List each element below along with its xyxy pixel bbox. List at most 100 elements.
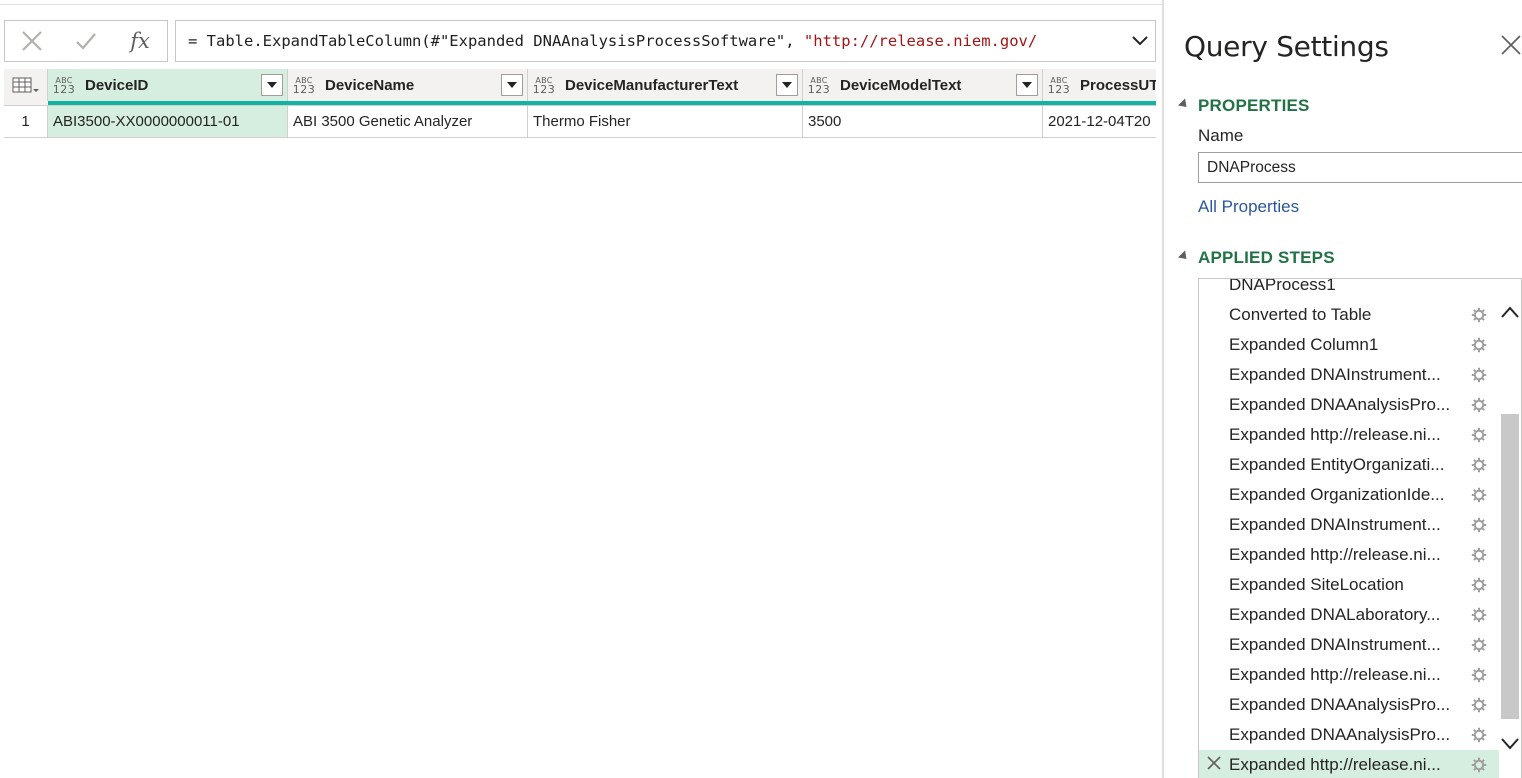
column-filter-button[interactable] bbox=[776, 74, 798, 96]
applied-step-label: DNAProcess1 bbox=[1229, 278, 1336, 294]
gear-icon[interactable] bbox=[1464, 457, 1494, 473]
applied-step-item[interactable]: Expanded DNAAnalysisPro... bbox=[1199, 720, 1499, 750]
column-name: ProcessUT bbox=[1080, 76, 1156, 94]
applied-step-item[interactable]: Expanded http://release.ni... bbox=[1199, 420, 1499, 450]
formula-input[interactable]: = Table.ExpandTableColumn(#"Expanded DNA… bbox=[175, 20, 1156, 62]
close-pane-button[interactable] bbox=[1500, 34, 1522, 64]
applied-step-item[interactable]: Expanded Column1 bbox=[1199, 330, 1499, 360]
column-header-devicemanufacturertext[interactable]: ABC 123 DeviceManufacturerText bbox=[528, 69, 803, 101]
name-label: Name bbox=[1198, 126, 1244, 145]
checkmark-icon bbox=[76, 33, 96, 50]
column-header-processutc[interactable]: ABC 123 ProcessUT bbox=[1043, 69, 1156, 101]
gear-icon[interactable] bbox=[1464, 367, 1494, 383]
table-cell[interactable]: Thermo Fisher bbox=[528, 106, 803, 137]
collapse-triangle-icon[interactable] bbox=[1177, 250, 1191, 263]
gear-icon[interactable] bbox=[1464, 607, 1494, 623]
collapse-triangle-icon[interactable] bbox=[1177, 98, 1191, 111]
gear-icon[interactable] bbox=[1464, 757, 1494, 773]
applied-step-item[interactable]: DNAProcess1 bbox=[1199, 278, 1499, 300]
table-icon bbox=[12, 77, 39, 93]
column-header-row: ABC 123 DeviceID ABC 123 DeviceName ABC 123… bbox=[4, 69, 1156, 106]
applied-step-item[interactable]: Expanded DNAInstrument... bbox=[1199, 630, 1499, 660]
close-icon bbox=[22, 31, 42, 51]
column-header-devicemodeltext[interactable]: ABC 123 DeviceModelText bbox=[803, 69, 1043, 101]
expand-formula-button[interactable] bbox=[1123, 21, 1155, 61]
applied-step-item[interactable]: Expanded DNALaboratory... bbox=[1199, 600, 1499, 630]
column-header-deviceid[interactable]: ABC 123 DeviceID bbox=[48, 69, 288, 101]
fx-icon: fx bbox=[130, 29, 150, 53]
column-quality-bar bbox=[288, 101, 528, 105]
applied-step-item[interactable]: Expanded http://release.ni... bbox=[1199, 750, 1499, 778]
applied-step-item[interactable]: Expanded SiteLocation bbox=[1199, 570, 1499, 600]
gear-icon[interactable] bbox=[1464, 337, 1494, 353]
applied-step-item[interactable]: Expanded OrganizationIde... bbox=[1199, 480, 1499, 510]
type-any-icon[interactable]: ABC 123 bbox=[533, 76, 555, 95]
type-any-icon[interactable]: ABC 123 bbox=[1048, 76, 1070, 95]
applied-step-item[interactable]: Expanded DNAAnalysisPro... bbox=[1199, 690, 1499, 720]
table-cell[interactable]: ABI3500-XX0000000011-01 bbox=[48, 106, 288, 137]
delete-step-icon[interactable] bbox=[1199, 755, 1229, 775]
gear-icon[interactable] bbox=[1464, 427, 1494, 443]
gear-icon[interactable] bbox=[1464, 547, 1494, 563]
column-filter-button[interactable] bbox=[1016, 74, 1038, 96]
gear-icon[interactable] bbox=[1464, 487, 1494, 503]
table-cell[interactable]: 2021-12-04T20 bbox=[1043, 106, 1156, 137]
table-cell[interactable]: 3500 bbox=[803, 106, 1043, 137]
commit-formula-button[interactable] bbox=[59, 21, 113, 61]
gear-icon[interactable] bbox=[1464, 667, 1494, 683]
applied-step-item[interactable]: Converted to Table bbox=[1199, 300, 1499, 330]
applied-step-item[interactable]: Expanded http://release.ni... bbox=[1199, 660, 1499, 690]
applied-step-label: Expanded http://release.ni... bbox=[1229, 425, 1441, 444]
column-name: DeviceManufacturerText bbox=[565, 76, 739, 94]
gear-icon[interactable] bbox=[1464, 577, 1494, 593]
applied-step-label: Expanded DNAInstrument... bbox=[1229, 365, 1441, 384]
gear-icon[interactable] bbox=[1464, 727, 1494, 743]
insert-function-button[interactable]: fx bbox=[113, 21, 167, 61]
gear-icon[interactable] bbox=[1464, 307, 1494, 323]
scroll-up-icon[interactable] bbox=[1500, 305, 1520, 319]
column-name: DeviceName bbox=[325, 76, 415, 94]
table-menu-button[interactable] bbox=[4, 69, 48, 101]
applied-steps-list: DNAProcess1 Converted to Table Expanded Co… bbox=[1198, 278, 1522, 778]
type-any-icon[interactable]: ABC 123 bbox=[808, 76, 830, 95]
column-filter-button[interactable] bbox=[261, 74, 283, 96]
gear-icon[interactable] bbox=[1464, 697, 1494, 713]
caret-down-icon bbox=[507, 82, 517, 88]
applied-step-label: Expanded DNAInstrument... bbox=[1229, 515, 1441, 534]
applied-step-label: Expanded http://release.ni... bbox=[1229, 755, 1441, 774]
all-properties-link[interactable]: All Properties bbox=[1198, 197, 1299, 217]
row-number[interactable]: 1 bbox=[4, 106, 48, 137]
steps-scrollbar[interactable] bbox=[1499, 279, 1521, 778]
column-quality-bar bbox=[1043, 101, 1156, 105]
query-editor-main: fx = Table.ExpandTableColumn(#"Expanded … bbox=[0, 0, 1162, 778]
scroll-thumb[interactable] bbox=[1501, 414, 1519, 719]
type-any-icon[interactable]: ABC 123 bbox=[293, 76, 315, 95]
applied-step-item[interactable]: Expanded DNAInstrument... bbox=[1199, 510, 1499, 540]
applied-step-label: Expanded DNAAnalysisPro... bbox=[1229, 695, 1451, 714]
applied-step-item[interactable]: Expanded EntityOrganizati... bbox=[1199, 450, 1499, 480]
type-any-icon[interactable]: ABC 123 bbox=[53, 76, 75, 95]
applied-step-item[interactable]: Expanded DNAAnalysisPro... bbox=[1199, 390, 1499, 420]
gear-icon[interactable] bbox=[1464, 397, 1494, 413]
applied-step-label: Expanded http://release.ni... bbox=[1229, 665, 1441, 684]
caret-down-icon bbox=[1022, 82, 1032, 88]
applied-steps-header: APPLIED STEPS bbox=[1198, 248, 1335, 267]
gear-icon[interactable] bbox=[1464, 517, 1494, 533]
formula-text: = Table.ExpandTableColumn(#"Expanded DNA… bbox=[176, 32, 1123, 50]
cancel-formula-button[interactable] bbox=[5, 21, 59, 61]
caret-down-icon bbox=[267, 82, 277, 88]
column-header-devicename[interactable]: ABC 123 DeviceName bbox=[288, 69, 528, 101]
gear-icon[interactable] bbox=[1464, 637, 1494, 653]
query-name-input[interactable] bbox=[1198, 152, 1522, 183]
query-settings-pane: Query Settings PROPERTIES Name All Prope… bbox=[1164, 0, 1522, 778]
scroll-down-icon[interactable] bbox=[1500, 737, 1520, 751]
query-settings-title: Query Settings bbox=[1184, 30, 1389, 63]
properties-header: PROPERTIES bbox=[1198, 96, 1310, 115]
column-filter-button[interactable] bbox=[501, 74, 523, 96]
table-cell[interactable]: ABI 3500 Genetic Analyzer bbox=[288, 106, 528, 137]
applied-step-item[interactable]: Expanded DNAInstrument... bbox=[1199, 360, 1499, 390]
column-quality-bar bbox=[528, 101, 803, 105]
top-divider bbox=[0, 4, 1162, 5]
table-row: 1 ABI3500-XX0000000011-01 ABI 3500 Genet… bbox=[4, 106, 1156, 138]
applied-step-item[interactable]: Expanded http://release.ni... bbox=[1199, 540, 1499, 570]
